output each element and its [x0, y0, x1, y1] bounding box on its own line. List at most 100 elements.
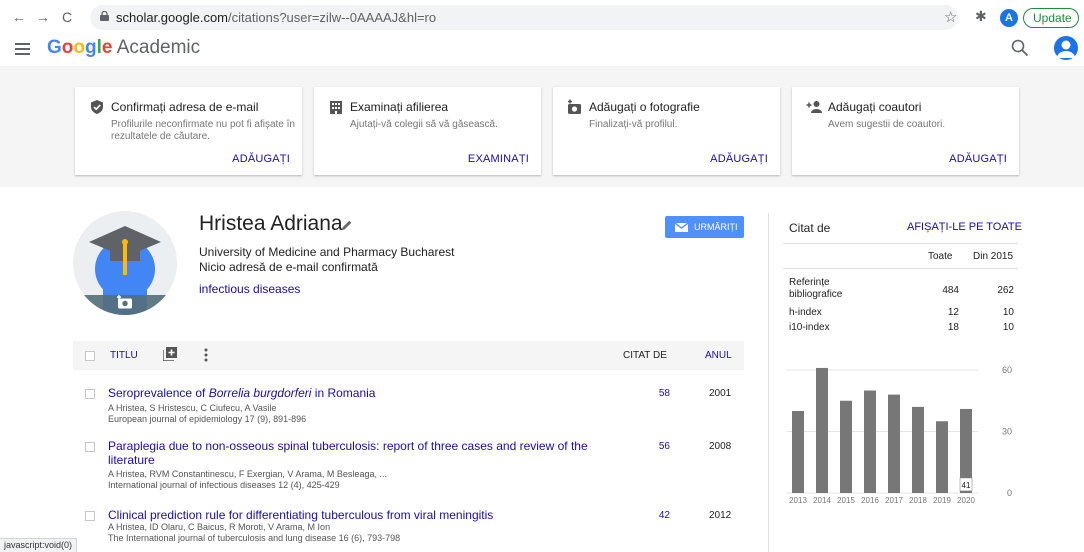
article-title-link[interactable]: Seroprevalence of Borrelia burgdorferi i…: [108, 386, 608, 400]
edit-pencil-icon[interactable]: [341, 219, 353, 231]
logo-google: Google: [47, 37, 113, 58]
article-year: 2001: [709, 388, 732, 399]
update-button[interactable]: Update: [1023, 8, 1079, 28]
article-title-link[interactable]: Clinical prediction rule for differentia…: [108, 508, 608, 522]
confirm-email-card: Confirmați adresa de e-mail Profilurile …: [75, 87, 302, 175]
add-coauthors-card: Adăugați coautori Avem sugestii de coaut…: [792, 87, 1019, 175]
add-article-icon[interactable]: [163, 347, 177, 361]
chart-x-tick-label: 2020: [957, 496, 975, 505]
articles-table-header: TITLU CITAT DE ANUL: [73, 341, 744, 370]
profile-name: Hristea Adriana: [199, 212, 343, 235]
select-all-checkbox[interactable]: [85, 351, 95, 361]
review-affiliation-button[interactable]: EXAMINAȚI: [468, 153, 529, 165]
chart-x-tick-label: 2014: [813, 496, 831, 505]
profile-affiliation: University of Medicine and Pharmacy Buch…: [199, 245, 455, 259]
article-checkbox[interactable]: [85, 511, 95, 521]
chart-bar[interactable]: [792, 411, 804, 493]
chart-bar[interactable]: [816, 367, 828, 493]
chart-bar[interactable]: [864, 390, 876, 494]
article-checkbox[interactable]: [85, 389, 95, 399]
account-avatar[interactable]: [1054, 36, 1078, 60]
card-title: Adăugați coautori: [828, 100, 922, 114]
article-cited-count[interactable]: 58: [646, 388, 670, 399]
verified-shield-icon: [91, 100, 103, 114]
chart-x-tick-label: 2019: [933, 496, 951, 505]
chart-x-tick-label: 2013: [789, 496, 807, 505]
view-all-link[interactable]: AFIȘAȚI-LE PE TOATE: [907, 221, 1022, 233]
forward-icon[interactable]: →: [34, 9, 52, 25]
more-actions-icon[interactable]: [204, 348, 208, 362]
follow-button[interactable]: URMĂRIȚI: [665, 216, 744, 238]
add-email-button[interactable]: ADĂUGAȚI: [232, 153, 290, 165]
camera-add-icon[interactable]: [116, 295, 134, 309]
article-checkbox[interactable]: [85, 442, 95, 452]
h-index-label: h-index: [789, 307, 822, 318]
chart-x-tick-label: 2015: [837, 496, 855, 505]
extensions-icon[interactable]: ✱: [975, 8, 987, 25]
chart-x-tick-label: 2018: [909, 496, 927, 505]
column-divider: [768, 213, 769, 552]
chart-bar[interactable]: [936, 421, 948, 493]
divider: [783, 268, 1018, 269]
search-icon[interactable]: [1011, 39, 1029, 57]
card-desc: Avem sugestii de coautori.: [828, 119, 946, 130]
status-bar: javascript:void(0): [0, 538, 78, 552]
citations-label: Referințe bibliografice: [789, 277, 843, 300]
article-journal: European journal of epidemiology 17 (9),…: [108, 414, 307, 424]
url-path: /citations?user=zilw--0AAAAJ&hl=ro: [228, 10, 437, 25]
add-photo-card: Adăugați o fotografie Finalizați-vă prof…: [553, 87, 780, 175]
profile-email-status: Nicio adresă de e-mail confirmată: [199, 260, 378, 274]
article-authors: A Hristea, ID Olaru, C Baicus, R Moroti,…: [108, 522, 331, 532]
article-year: 2012: [709, 510, 732, 521]
chart-x-tick-label: 2017: [885, 496, 903, 505]
chart-bar[interactable]: [912, 406, 924, 493]
title-part: Seroprevalence of: [108, 386, 209, 400]
scholar-logo[interactable]: Google Academic: [47, 37, 200, 59]
card-title: Confirmați adresa de e-mail: [111, 100, 259, 114]
card-desc: Ajutați-vă colegii să vă găsească.: [350, 119, 498, 130]
url-host: scholar.google.com: [116, 10, 229, 25]
article-journal: The International journal of tuberculosi…: [108, 533, 401, 543]
h-index-since-value: 10: [1002, 307, 1014, 318]
browser-profile-avatar[interactable]: A: [1000, 9, 1018, 27]
article-authors: A Hristea, RVM Constantinescu, F Exergia…: [108, 469, 387, 479]
address-bar[interactable]: scholar.google.com/citations?user=zilw--…: [90, 5, 958, 30]
article-cited-count[interactable]: 56: [646, 441, 670, 452]
scholar-header: Google Academic: [0, 36, 1084, 66]
article-journal: International journal of infectious dise…: [108, 480, 340, 490]
card-title: Adăugați o fotografie: [589, 100, 700, 114]
chart-y-tick-label: 30: [1002, 427, 1012, 437]
article-row: Clinical prediction rule for differentia…: [73, 508, 744, 552]
article-row: Seroprevalence of Borrelia burgdorferi i…: [73, 386, 744, 431]
chart-x-tick-label: 2016: [861, 496, 879, 505]
follow-label: URMĂRIȚI: [694, 222, 738, 232]
article-title-link[interactable]: Paraplegia due to non-osseous spinal tub…: [108, 439, 608, 467]
i10-index-label: i10-index: [789, 322, 830, 333]
sort-by-year[interactable]: ANUL: [705, 350, 732, 361]
chart-bar[interactable]: [888, 394, 900, 493]
i10-index-since-value: 10: [1002, 322, 1014, 333]
review-affiliation-card: Examinați afilierea Ajutați-vă colegii s…: [314, 87, 541, 175]
add-person-icon: [806, 101, 822, 113]
back-icon[interactable]: ←: [10, 9, 28, 25]
chart-y-tick-label: 0: [1007, 488, 1012, 498]
title-italic-part: Borrelia burgdorferi: [208, 386, 312, 400]
add-photo-button[interactable]: ADĂUGAȚI: [710, 153, 768, 165]
add-photo-icon: [568, 99, 581, 114]
article-cited-count[interactable]: 42: [646, 510, 670, 521]
profile-interest-link[interactable]: infectious diseases: [199, 282, 300, 296]
sort-by-cited[interactable]: CITAT DE: [623, 350, 667, 361]
menu-icon[interactable]: [15, 43, 30, 55]
sort-by-title[interactable]: TITLU: [110, 350, 138, 361]
bookmark-star-icon[interactable]: ☆: [944, 8, 957, 26]
profile-photo[interactable]: [73, 211, 177, 315]
url-text: scholar.google.com/citations?user=zilw--…: [116, 10, 436, 25]
reload-icon[interactable]: C: [58, 9, 76, 25]
citations-all-value: 484: [942, 285, 959, 296]
profile-tasks-banner: Confirmați adresa de e-mail Profilurile …: [0, 66, 1084, 187]
chart-bar[interactable]: [840, 400, 852, 493]
card-desc: Profilurile neconfirmate nu pot fi afișa…: [111, 119, 295, 142]
card-title: Examinați afilierea: [350, 100, 449, 114]
add-coauthors-button[interactable]: ADĂUGAȚI: [949, 153, 1007, 165]
col-all-header: Toate: [928, 251, 953, 262]
